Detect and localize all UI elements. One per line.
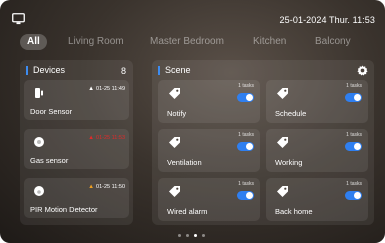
page-dot[interactable] [186,234,189,237]
room-tabs: All Living Room Master Bedroom Kitchen B… [20,34,370,52]
device-last-alert: ▲ 01-25 11:53 [88,135,125,141]
scene-tag-icon [277,88,288,99]
device-last-alert: ▲ 01-25 11:50 [88,184,125,190]
device-card-gas-sensor[interactable]: ▲ 01-25 11:53 Gas sensor [24,129,129,169]
device-time: 01-25 11:53 [96,135,125,141]
scene-task-count: 1 tasks [346,132,362,138]
page-dot[interactable] [178,234,181,237]
scene-task-count: 1 tasks [346,83,362,89]
page-indicator [178,234,218,240]
motion-detector-icon [34,186,44,196]
bell-icon: ▲ [88,86,95,92]
scene-tag-icon [169,186,180,197]
scene-name: Schedule [275,109,307,118]
scene-card-schedule[interactable]: 1 tasks Schedule [266,80,368,123]
scene-card-working[interactable]: 1 tasks Working [266,129,368,172]
scene-toggle[interactable] [345,191,362,200]
door-sensor-icon [35,88,43,98]
scene-name: Notify [167,109,187,118]
scene-toggle[interactable] [237,191,254,200]
devices-title: Devices [26,66,65,75]
scene-panel: Scene 1 tasks Notify 1 tasks Schedule 1 … [152,60,374,225]
scene-card-back-home[interactable]: 1 tasks Back home [266,178,368,221]
scene-task-count: 1 tasks [238,181,254,187]
devices-panel: Devices 8 ▲ 01-25 11:49 Door Sensor ▲ 01-2… [20,60,133,225]
scene-name: Ventilation [167,158,202,167]
date-time: 25-01-2024 Thur. 11:53 [279,15,375,25]
scene-card-wired-alarm[interactable]: 1 tasks Wired alarm [158,178,260,221]
device-name: PIR Motion Detector [30,205,98,214]
device-name: Gas sensor [30,156,69,165]
page-dot[interactable] [202,234,205,237]
scene-tag-icon [169,137,180,148]
device-time: 01-25 11:49 [96,86,125,92]
scene-tag-icon [277,186,288,197]
scene-title: Scene [158,66,191,75]
device-card-pir-motion[interactable]: ▲ 01-25 11:50 PIR Motion Detector [24,178,129,218]
device-count: 8 [120,66,126,76]
scene-toggle[interactable] [345,142,362,151]
scene-task-count: 1 tasks [238,132,254,138]
device-card-door-sensor[interactable]: ▲ 01-25 11:49 Door Sensor [24,80,129,120]
scene-name: Working [275,158,303,167]
scene-card-ventilation[interactable]: 1 tasks Ventilation [158,129,260,172]
scene-card-notify[interactable]: 1 tasks Notify [158,80,260,123]
bell-icon: ▲ [88,135,95,141]
scene-name: Back home [275,207,313,216]
device-time: 01-25 11:50 [96,184,125,190]
status-bar: 25-01-2024 Thur. 11:53 [0,0,385,30]
tab-master-bedroom[interactable]: Master Bedroom [150,34,224,50]
scene-tag-icon [169,88,180,99]
scene-toggle[interactable] [237,93,254,102]
tab-all[interactable]: All [20,34,47,50]
device-name: Door Sensor [30,107,73,116]
scene-task-count: 1 tasks [346,181,362,187]
page-dot-active[interactable] [194,234,197,237]
gas-sensor-icon [34,137,44,147]
scene-name: Wired alarm [167,207,208,216]
scene-task-count: 1 tasks [238,83,254,89]
scene-toggle[interactable] [237,142,254,151]
tab-kitchen[interactable]: Kitchen [253,34,286,50]
monitor-icon[interactable] [12,13,25,25]
device-last-alert: ▲ 01-25 11:49 [88,86,125,92]
scene-toggle[interactable] [345,93,362,102]
gear-icon[interactable] [357,65,368,76]
home-screen: 25-01-2024 Thur. 11:53 All Living Room M… [0,0,385,243]
bell-icon: ▲ [88,184,95,190]
tab-living-room[interactable]: Living Room [68,34,124,50]
scene-tag-icon [277,137,288,148]
tab-balcony[interactable]: Balcony [315,34,351,50]
